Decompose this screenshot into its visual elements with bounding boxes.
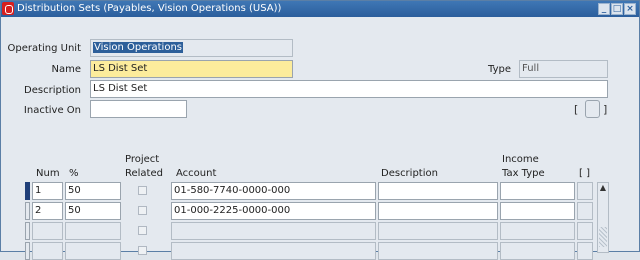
maximize-icon[interactable]: □ bbox=[611, 3, 623, 15]
scroll-up-arrow-icon[interactable]: ▲ bbox=[598, 183, 608, 193]
row-3-num[interactable] bbox=[32, 222, 63, 240]
row-2-project-related-checkbox[interactable] bbox=[138, 206, 147, 215]
col-income-tax-header-1: Income bbox=[502, 154, 539, 165]
inactive-on-label: Inactive On bbox=[23, 105, 81, 116]
row-2-percent[interactable]: 50 bbox=[65, 202, 121, 220]
row-3-project-related-checkbox[interactable] bbox=[138, 226, 147, 235]
col-num-header: Num bbox=[36, 168, 60, 179]
col-dff-header: [ ] bbox=[579, 168, 590, 179]
operating-unit-label: Operating Unit bbox=[7, 43, 81, 54]
col-description-header: Description bbox=[381, 168, 438, 179]
minimize-icon[interactable]: _ bbox=[598, 3, 610, 15]
title-bar[interactable]: Distribution Sets (Payables, Vision Oper… bbox=[1, 1, 639, 17]
col-account-header: Account bbox=[176, 168, 217, 179]
row-1-income-tax-type[interactable] bbox=[500, 182, 575, 200]
description-label: Description bbox=[24, 85, 81, 96]
descriptive-flexfield-button[interactable] bbox=[585, 100, 600, 118]
inactive-on-field[interactable] bbox=[90, 100, 187, 118]
dff-bracket-right: ] bbox=[603, 103, 608, 116]
operating-unit-field[interactable]: Vision Operations bbox=[90, 39, 293, 57]
type-label: Type bbox=[488, 64, 511, 75]
col-income-tax-header-2: Tax Type bbox=[502, 168, 545, 179]
row-1-account[interactable]: 01-580-7740-0000-000 bbox=[171, 182, 376, 200]
row-4-dff[interactable] bbox=[577, 242, 593, 260]
name-field[interactable]: LS Dist Set bbox=[90, 60, 293, 78]
row-3-percent[interactable] bbox=[65, 222, 121, 240]
dff-bracket-left: [ bbox=[574, 103, 579, 116]
col-percent-header: % bbox=[69, 168, 79, 179]
row-2-account[interactable]: 01-000-2225-0000-000 bbox=[171, 202, 376, 220]
scroll-grip[interactable] bbox=[599, 227, 607, 247]
row-2-description[interactable] bbox=[378, 202, 498, 220]
row-4-indicator[interactable] bbox=[25, 242, 30, 260]
row-4-account[interactable] bbox=[171, 242, 376, 260]
row-1-num[interactable]: 1 bbox=[32, 182, 63, 200]
row-2-num[interactable]: 2 bbox=[32, 202, 63, 220]
row-4-project-related-checkbox[interactable] bbox=[138, 246, 147, 255]
row-3-dff[interactable] bbox=[577, 222, 593, 240]
row-2-dff[interactable] bbox=[577, 202, 593, 220]
close-icon[interactable]: × bbox=[624, 3, 636, 15]
oracle-app-icon bbox=[2, 2, 14, 15]
row-4-num[interactable] bbox=[32, 242, 63, 260]
row-1-indicator[interactable] bbox=[25, 182, 30, 200]
type-field[interactable]: Full bbox=[519, 60, 608, 78]
col-project-header-1: Project bbox=[125, 154, 160, 165]
row-1-description[interactable] bbox=[378, 182, 498, 200]
row-1-dff[interactable] bbox=[577, 182, 593, 200]
row-3-income-tax-type[interactable] bbox=[500, 222, 575, 240]
lines-scrollbar[interactable]: ▲ bbox=[597, 182, 609, 253]
row-2-indicator[interactable] bbox=[25, 202, 30, 220]
row-1-percent[interactable]: 50 bbox=[65, 182, 121, 200]
row-3-indicator[interactable] bbox=[25, 222, 30, 240]
operating-unit-value: Vision Operations bbox=[93, 42, 183, 53]
row-1-project-related-checkbox[interactable] bbox=[138, 186, 147, 195]
row-4-income-tax-type[interactable] bbox=[500, 242, 575, 260]
row-3-description[interactable] bbox=[378, 222, 498, 240]
row-3-account[interactable] bbox=[171, 222, 376, 240]
row-4-percent[interactable] bbox=[65, 242, 121, 260]
row-2-income-tax-type[interactable] bbox=[500, 202, 575, 220]
window-title: Distribution Sets (Payables, Vision Oper… bbox=[17, 3, 282, 14]
row-4-description[interactable] bbox=[378, 242, 498, 260]
distribution-sets-window: Distribution Sets (Payables, Vision Oper… bbox=[0, 0, 640, 260]
col-project-header-2: Related bbox=[125, 168, 163, 179]
name-label: Name bbox=[51, 64, 81, 75]
description-field[interactable]: LS Dist Set bbox=[90, 80, 608, 98]
